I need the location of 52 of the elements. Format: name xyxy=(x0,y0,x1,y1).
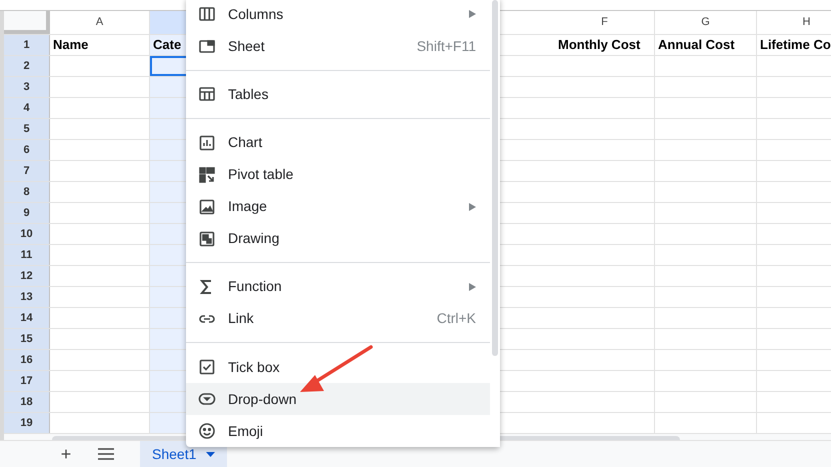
row-number[interactable]: 10 xyxy=(4,224,50,244)
row-number[interactable]: 12 xyxy=(4,266,50,286)
menu-item[interactable]: Pivot table xyxy=(186,158,490,190)
table-icon xyxy=(198,85,216,104)
menu-item[interactable]: Function xyxy=(186,270,490,303)
row-number[interactable]: 2 xyxy=(4,56,50,76)
row-number[interactable]: 13 xyxy=(4,287,50,307)
row-number[interactable]: 19 xyxy=(4,413,50,433)
columns-icon xyxy=(198,5,216,23)
row-number[interactable]: 7 xyxy=(4,161,50,181)
menu-icon[interactable] xyxy=(98,448,114,460)
row-number[interactable]: 11 xyxy=(4,245,50,265)
pivot-icon xyxy=(198,166,216,184)
row-number[interactable]: 9 xyxy=(4,203,50,223)
caret-icon xyxy=(206,452,216,456)
chart-icon xyxy=(198,134,216,152)
menu-item[interactable]: Tables xyxy=(186,78,490,110)
row-number[interactable]: 3 xyxy=(4,77,50,97)
menu-item[interactable]: Tick box xyxy=(186,351,490,383)
row-number[interactable]: 18 xyxy=(4,392,50,412)
row-number[interactable]: 17 xyxy=(4,371,50,391)
checkbox-icon xyxy=(198,358,216,376)
row-number[interactable]: 4 xyxy=(4,98,50,118)
add-sheet-button[interactable]: + xyxy=(58,445,74,463)
scrollbar-thumb[interactable] xyxy=(492,0,498,356)
shortcut-text: Ctrl+K xyxy=(436,309,476,328)
row-number[interactable]: 8 xyxy=(4,182,50,202)
menu-item[interactable]: Image xyxy=(186,190,490,222)
row-number[interactable]: 1 xyxy=(4,35,50,55)
emoji-icon xyxy=(198,422,216,440)
drawing-icon xyxy=(198,230,216,248)
sheet-icon xyxy=(198,37,216,55)
table-cell: Monthly Cost xyxy=(555,35,655,55)
submenu-arrow-icon xyxy=(469,282,476,291)
submenu-arrow-icon xyxy=(469,10,476,18)
menu-item[interactable]: Link Ctrl+K xyxy=(186,302,490,335)
table-cell: Lifetime Co xyxy=(757,35,831,55)
image-icon xyxy=(198,198,216,216)
table-cell: Annual Cost xyxy=(655,35,757,55)
submenu-arrow-icon xyxy=(469,202,476,210)
row-number[interactable]: 5 xyxy=(4,119,50,139)
menu-item[interactable]: Chart xyxy=(186,126,490,158)
shortcut-text: Shift+F11 xyxy=(416,36,476,56)
menu-item[interactable]: Columns xyxy=(186,0,490,30)
dropdown-icon xyxy=(198,390,216,408)
menu-item[interactable]: Drop-down xyxy=(186,383,490,415)
menu-item[interactable]: Drawing xyxy=(186,222,490,254)
corner-cell[interactable] xyxy=(4,11,50,34)
row-number[interactable]: 14 xyxy=(4,308,50,328)
row-number[interactable]: 16 xyxy=(4,350,50,370)
row-number[interactable]: 15 xyxy=(4,329,50,349)
row-number[interactable]: 6 xyxy=(4,140,50,160)
